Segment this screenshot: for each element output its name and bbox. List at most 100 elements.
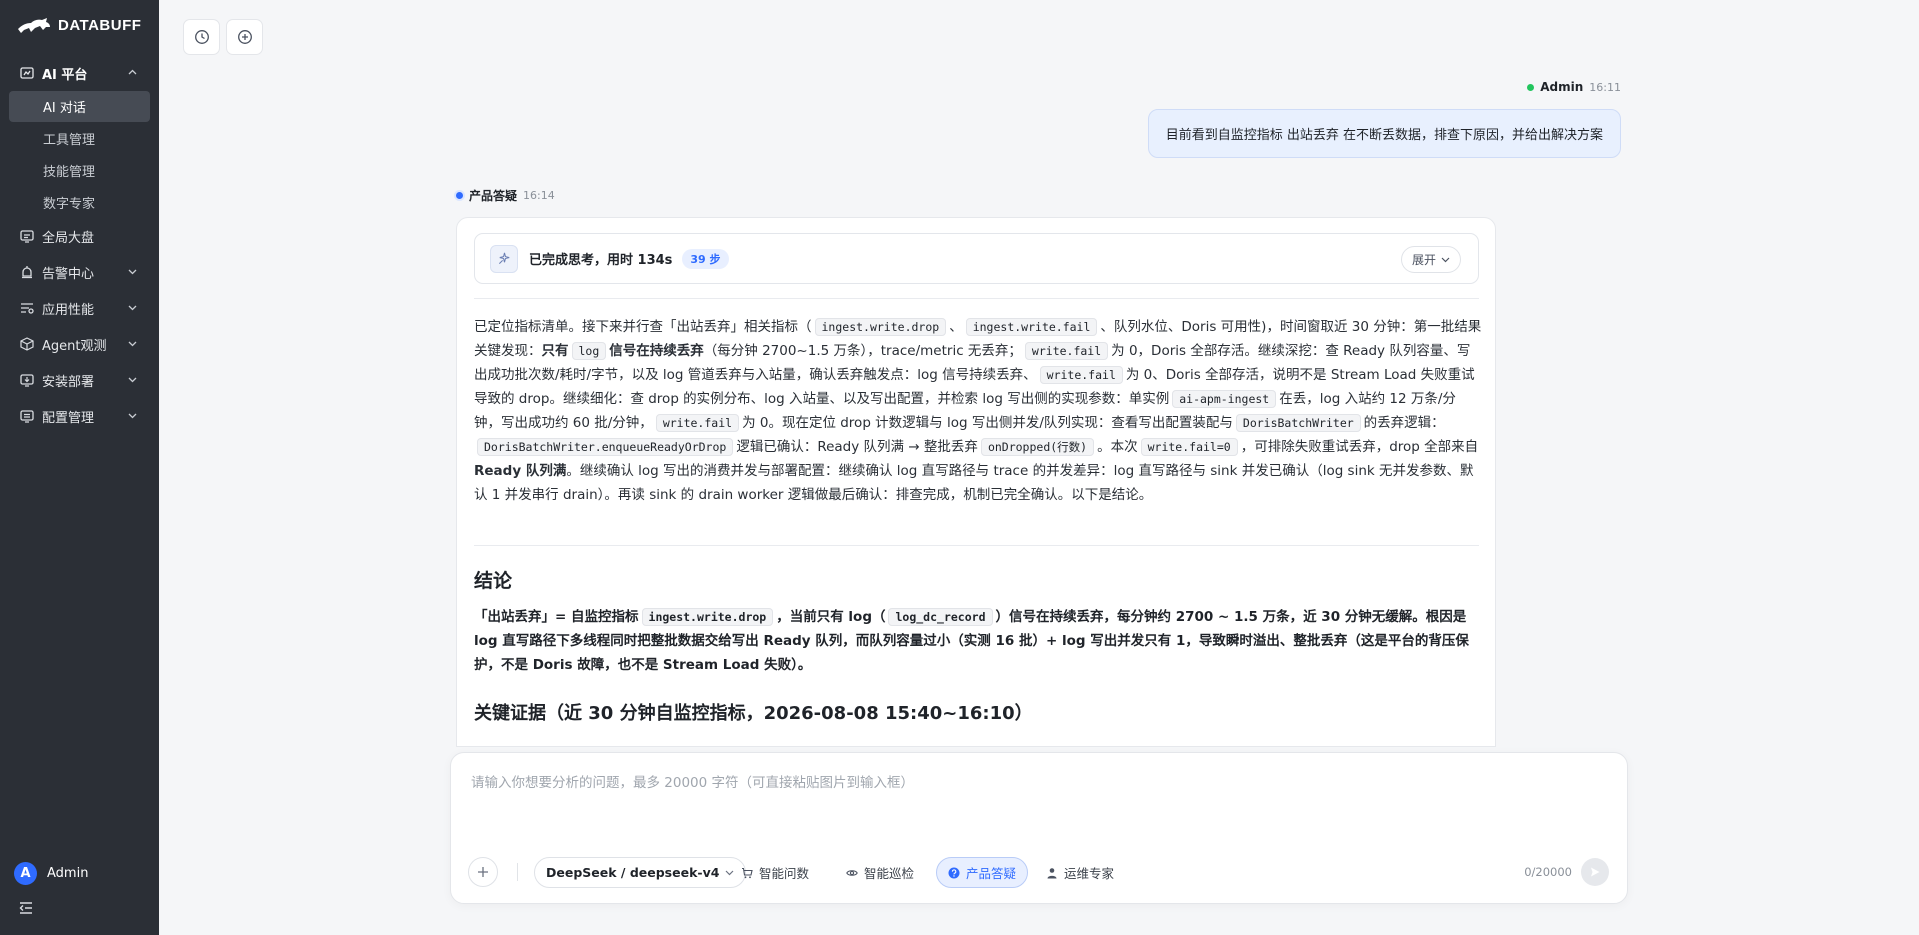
expand-label: 展开 bbox=[1411, 253, 1436, 267]
text-run: 的丢弃逻辑： bbox=[1363, 415, 1445, 431]
sidebar-group-label: 安装部署 bbox=[42, 374, 95, 390]
expand-thinking-button[interactable]: 展开 bbox=[1400, 246, 1461, 273]
cart-icon bbox=[742, 867, 753, 878]
message-author: Admin bbox=[1540, 80, 1584, 94]
inline-code: write.fail=0 bbox=[1140, 438, 1238, 456]
sidebar-item-ai-chat[interactable]: AI 对话 bbox=[9, 91, 150, 122]
thinking-status: 已完成思考，用时 134s bbox=[529, 253, 673, 268]
chevron-down-icon bbox=[128, 269, 137, 275]
sidebar-group-label: Agent观测 bbox=[42, 338, 107, 354]
message-time: 16:14 bbox=[523, 189, 555, 202]
message-author: 产品答疑 bbox=[469, 189, 518, 203]
sidebar-group-label: 全局大盘 bbox=[42, 230, 95, 246]
message-time: 16:11 bbox=[1589, 80, 1621, 94]
mode-smart-inspection[interactable]: 智能巡检 bbox=[835, 857, 925, 888]
sidebar-item-label: AI 对话 bbox=[43, 101, 86, 116]
model-selector[interactable]: DeepSeek / deepseek-v4 bbox=[534, 857, 747, 888]
chat-composer: DeepSeek / deepseek-v4 智能问数 智能巡检 产品答疑 运维… bbox=[450, 752, 1628, 904]
attach-button[interactable] bbox=[468, 857, 498, 887]
user-message-bubble: 目前看到自监控指标 出站丢弃 在不断丢数据，排查下原因，并给出解决方案 bbox=[1147, 109, 1621, 158]
leopard-logo-icon bbox=[18, 18, 50, 33]
sidebar-item-digital-expert[interactable]: 数字专家 bbox=[0, 186, 159, 218]
bold-text: Ready 队列满 bbox=[474, 463, 567, 479]
analysis-paragraph: 已定位指标清单。接下来并行查「出站丢弃」相关指标（ ingest.write.dr… bbox=[474, 315, 1482, 507]
chat-input[interactable] bbox=[471, 771, 1601, 831]
sidebar-item-label: 数字专家 bbox=[43, 196, 96, 212]
dashboard-icon bbox=[20, 229, 34, 243]
sidebar-group-app-performance[interactable]: 应用性能 bbox=[0, 290, 159, 326]
mode-label: 智能巡检 bbox=[864, 866, 915, 881]
sidebar-group-alert-center[interactable]: 告警中心 bbox=[0, 254, 159, 290]
model-label: DeepSeek / deepseek-v4 bbox=[546, 865, 720, 880]
config-icon bbox=[20, 409, 34, 423]
inline-code: ingest.write.fail bbox=[965, 318, 1098, 336]
inline-code: DorisBatchWriter bbox=[1235, 414, 1361, 432]
sidebar-item-tool-management[interactable]: 工具管理 bbox=[0, 122, 159, 154]
conclusion-text: 「出站丢弃」= 自监控指标 ingest.write.drop ，当前只有 log（… bbox=[474, 605, 1482, 677]
text-run: 「出站丢弃」= 自监控指标 bbox=[474, 609, 639, 625]
thinking-summary[interactable]: 已完成思考，用时 134s 39 步 展开 bbox=[474, 233, 1479, 284]
inline-code: write.fail bbox=[1024, 342, 1109, 360]
chevron-down-icon bbox=[128, 413, 137, 419]
text-run: ，当前只有 log（ bbox=[776, 609, 886, 625]
sidebar-group-ai-platform[interactable]: AI 平台 bbox=[0, 55, 159, 91]
text-run: 、 bbox=[949, 319, 963, 335]
text-run: 为 0。现在定位 drop 计数逻辑与 log 写出侧并发/队列实现：查看写出配… bbox=[742, 415, 1233, 431]
mode-product-qa[interactable]: 产品答疑 bbox=[936, 857, 1029, 888]
conclusion-heading: 结论 bbox=[474, 570, 513, 592]
eye-icon bbox=[846, 869, 858, 876]
sidebar-item-label: 技能管理 bbox=[43, 164, 96, 180]
install-icon bbox=[20, 373, 34, 387]
sidebar-group-config-management[interactable]: 配置管理 bbox=[0, 398, 159, 434]
text-run: 已定位指标清单。接下来并行查「出站丢弃」相关指标（ bbox=[474, 319, 812, 335]
brand-logo[interactable]: DATABUFF bbox=[16, 14, 141, 36]
sparkle-icon bbox=[490, 244, 518, 273]
inline-code: write.fail bbox=[1039, 366, 1123, 384]
plus-icon bbox=[478, 867, 488, 877]
current-user[interactable]: A Admin bbox=[14, 862, 88, 885]
mode-smart-query[interactable]: 智能问数 bbox=[730, 857, 820, 888]
user-name: Admin bbox=[47, 866, 89, 881]
inline-code: DorisBatchWriter.enqueueReadyOrDrop bbox=[477, 438, 734, 456]
text-run: 。继续确认 log 写出的消费并发与部署配置：继续确认 log 直写路径与 tr… bbox=[474, 463, 1474, 503]
steps-badge: 39 步 bbox=[682, 248, 729, 269]
chevron-down-icon bbox=[1441, 257, 1450, 263]
user-message-text: 目前看到自监控指标 出站丢弃 在不断丢数据，排查下原因，并给出解决方案 bbox=[1165, 128, 1603, 143]
sidebar-group-label: 配置管理 bbox=[42, 410, 95, 426]
inline-code: log_dc_record bbox=[888, 608, 993, 626]
inline-code: log bbox=[571, 342, 607, 360]
bot-status-icon bbox=[456, 192, 463, 199]
inline-code: ai-apm-ingest bbox=[1172, 390, 1277, 408]
text-run: 逻辑已确认：Ready 队列满 → 整批丢弃 bbox=[736, 439, 978, 455]
sidebar-group-dashboard[interactable]: 全局大盘 bbox=[0, 218, 159, 254]
text-run: （每分钟 2700~1.5 万条），trace/metric 无丢弃； bbox=[703, 343, 1022, 359]
sidebar-group-install-deploy[interactable]: 安装部署 bbox=[0, 362, 159, 398]
sidebar-group-agent-observe[interactable]: Agent观测 bbox=[0, 326, 159, 362]
sidebar-nav: AI 平台 AI 对话 工具管理 技能管理 数字专家 全局大盘 告警中心 应用性… bbox=[0, 55, 159, 434]
avatar: A bbox=[14, 862, 37, 885]
history-button[interactable] bbox=[183, 19, 220, 55]
mode-label: 产品答疑 bbox=[966, 866, 1017, 881]
send-icon bbox=[1591, 867, 1600, 877]
question-icon bbox=[948, 867, 960, 878]
text-run: 。本次 bbox=[1097, 439, 1138, 455]
text-run: ，可排除失败重试丢弃，drop 全部来自 bbox=[1240, 439, 1479, 455]
mode-ops-expert[interactable]: 运维专家 bbox=[1035, 857, 1125, 888]
bot-answer-card: 已完成思考，用时 134s 39 步 展开 已定位指标清单。接下来并行查「出站丢… bbox=[456, 217, 1496, 747]
inline-code: onDropped(行数) bbox=[980, 438, 1095, 456]
sidebar-item-label: 工具管理 bbox=[43, 132, 96, 148]
chevron-up-icon bbox=[128, 69, 137, 75]
chevron-down-icon bbox=[128, 377, 137, 383]
collapse-sidebar-icon[interactable] bbox=[18, 900, 34, 916]
sidebar-group-label: 应用性能 bbox=[42, 302, 95, 318]
bold-text: 信号在持续丢弃 bbox=[609, 343, 704, 359]
sidebar-item-skill-management[interactable]: 技能管理 bbox=[0, 154, 159, 186]
mode-label: 运维专家 bbox=[1064, 866, 1115, 881]
person-icon bbox=[1047, 867, 1057, 878]
send-button[interactable] bbox=[1581, 858, 1609, 886]
sidebar-group-label: AI 平台 bbox=[42, 67, 88, 83]
divider bbox=[517, 863, 518, 881]
divider bbox=[474, 298, 1479, 299]
new-chat-button[interactable] bbox=[226, 19, 263, 55]
agent-icon bbox=[20, 337, 34, 351]
